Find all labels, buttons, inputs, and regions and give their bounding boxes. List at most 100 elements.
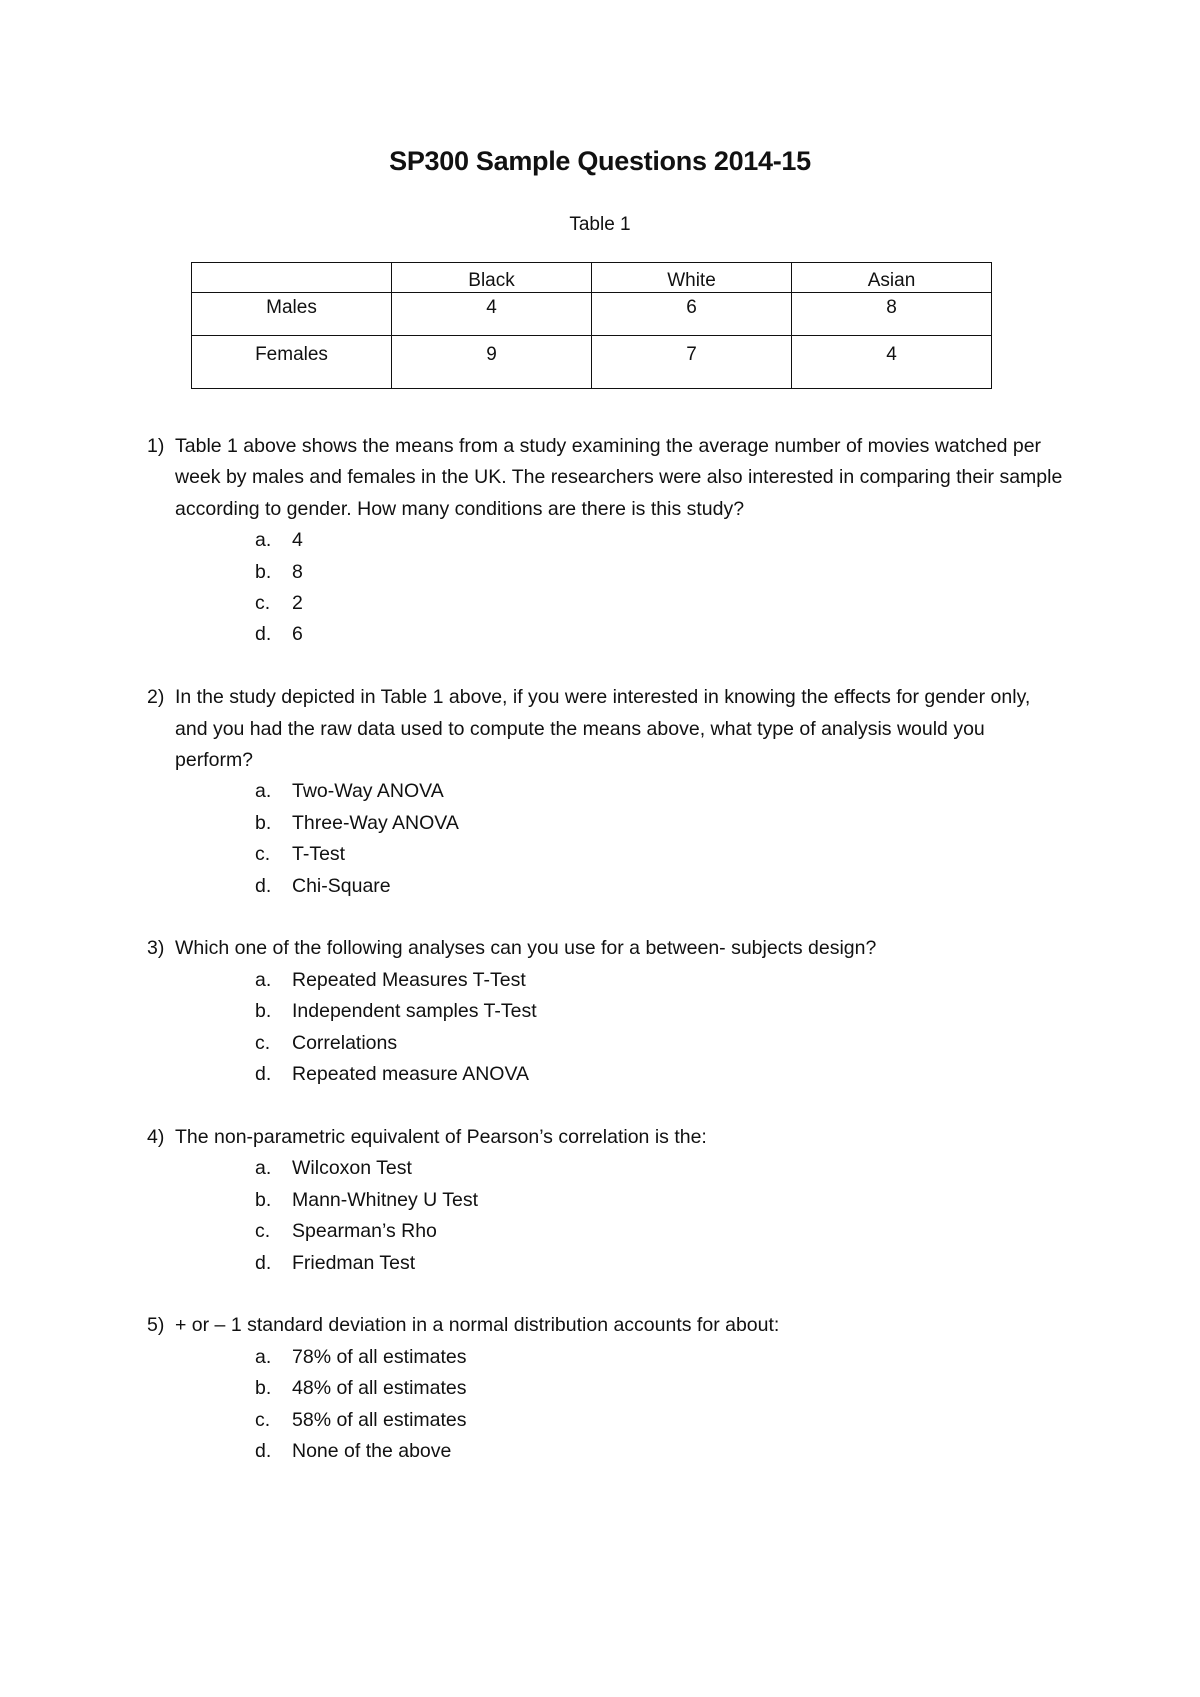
table-cell: 9	[391, 335, 592, 389]
answer-option: d. Chi-Square	[255, 871, 1067, 902]
answer-options: a. 78% of all estimates b. 48% of all esti…	[147, 1342, 1067, 1468]
option-text: 8	[292, 560, 303, 583]
option-label: d.	[255, 623, 272, 646]
answer-options: a. Repeated Measures T-Test b. Independent…	[147, 965, 1067, 1091]
table-header-cell: White	[591, 262, 792, 293]
table-row: Females 9 7 4	[191, 335, 992, 389]
option-label: b.	[255, 1377, 272, 1400]
table-cell: 7	[591, 335, 792, 389]
option-label: a.	[255, 529, 272, 552]
question-text: Which one of the following analyses can …	[175, 937, 877, 960]
answer-option: b. 48% of all estimates	[255, 1373, 1067, 1404]
option-text: 4	[292, 529, 303, 552]
option-label: c.	[255, 1031, 271, 1054]
option-label: c.	[255, 1220, 271, 1243]
option-label: a.	[255, 1157, 272, 1180]
option-text: 58% of all estimates	[292, 1408, 467, 1431]
option-text: Mann-Whitney U Test	[292, 1188, 479, 1211]
option-label: c.	[255, 592, 271, 615]
option-text: Independent samples T-Test	[292, 1000, 537, 1023]
question-1: 1) Table 1 above shows the means from a …	[147, 431, 1067, 651]
question-number: 4)	[147, 1125, 165, 1148]
answer-option: b. 8	[255, 557, 1067, 588]
option-label: a.	[255, 780, 272, 803]
option-text: 48% of all estimates	[292, 1377, 467, 1400]
table-header-cell: Asian	[791, 262, 992, 293]
question-number: 1)	[147, 435, 165, 457]
option-text: Two-Way ANOVA	[292, 780, 444, 803]
answer-option: a. 4	[255, 525, 1067, 556]
option-label: b.	[255, 1000, 272, 1023]
table-row: Males 4 6 8	[191, 292, 992, 336]
answer-option: b. Three-Way ANOVA	[255, 808, 1067, 839]
table-cell: 8	[791, 292, 992, 336]
question-2: 2) In the study depicted in Table 1 abov…	[147, 682, 1067, 902]
answer-option: a. Two-Way ANOVA	[255, 776, 1067, 807]
option-label: b.	[255, 811, 272, 834]
table-header-cell	[191, 262, 392, 293]
answer-option: d. None of the above	[255, 1436, 1067, 1467]
means-table: Black White Asian Males 4 6 8 Females 9 …	[191, 262, 992, 389]
question-number: 2)	[147, 686, 165, 709]
answer-option: a. Repeated Measures T-Test	[255, 965, 1067, 996]
option-text: Spearman’s Rho	[292, 1220, 437, 1243]
answer-option: a. 78% of all estimates	[255, 1342, 1067, 1373]
option-text: 78% of all estimates	[292, 1345, 467, 1368]
option-text: 2	[292, 592, 303, 615]
table-cell: 4	[391, 292, 592, 336]
answer-option: d. Friedman Test	[255, 1248, 1067, 1279]
option-text: 6	[292, 623, 303, 646]
question-number: 3)	[147, 937, 165, 960]
answer-option: d. 6	[255, 619, 1067, 650]
option-label: c.	[255, 843, 271, 866]
answer-option: c. Spearman’s Rho	[255, 1216, 1067, 1247]
answer-option: a. Wilcoxon Test	[255, 1153, 1067, 1184]
answer-option: c. Correlations	[255, 1028, 1067, 1059]
table-header-row: Black White Asian	[191, 262, 992, 293]
question-text: In the study depicted in Table 1 above, …	[175, 686, 1031, 772]
table-cell: 4	[791, 335, 992, 389]
question-number: 5)	[147, 1314, 165, 1337]
option-text: None of the above	[292, 1439, 452, 1462]
option-text: Chi-Square	[292, 874, 391, 897]
answer-option: c. 2	[255, 588, 1067, 619]
table-cell: 6	[591, 292, 792, 336]
option-text: Wilcoxon Test	[292, 1157, 412, 1180]
row-label: Females	[191, 335, 392, 389]
option-text: Friedman Test	[292, 1251, 416, 1274]
option-label: a.	[255, 1345, 272, 1368]
option-label: d.	[255, 874, 272, 897]
option-label: b.	[255, 560, 272, 583]
answer-options: a. Two-Way ANOVA b. Three-Way ANOVA c. T-Te…	[147, 776, 1067, 902]
answer-option: c. T-Test	[255, 839, 1067, 870]
answer-option: b. Mann-Whitney U Test	[255, 1185, 1067, 1216]
question-text: The non-parametric equivalent of Pearson…	[175, 1125, 707, 1148]
question-text: + or – 1 standard deviation in a normal …	[175, 1314, 780, 1337]
answer-option: b. Independent samples T-Test	[255, 996, 1067, 1027]
document-page: SP300 Sample Questions 2014-15 Table 1 B…	[0, 0, 1200, 1697]
option-label: d.	[255, 1063, 272, 1086]
table-header-cell: Black	[391, 262, 592, 293]
option-text: Repeated measure ANOVA	[292, 1063, 530, 1086]
option-text: Three-Way ANOVA	[292, 811, 459, 834]
question-text: Table 1 above shows the means from a stu…	[175, 435, 1063, 520]
option-text: T-Test	[292, 843, 346, 866]
answer-options: a. Wilcoxon Test b. Mann-Whitney U Test c.…	[147, 1153, 1067, 1279]
question-4: 4) The non-parametric equivalent of Pear…	[147, 1122, 1067, 1279]
option-label: c.	[255, 1408, 271, 1431]
row-label: Males	[191, 292, 392, 336]
option-label: d.	[255, 1251, 272, 1274]
question-5: 5) + or – 1 standard deviation in a norm…	[147, 1310, 1067, 1467]
answer-option: c. 58% of all estimates	[255, 1405, 1067, 1436]
answer-options: a. 4 b. 8 c. 2 d. 6	[147, 525, 1067, 651]
option-label: d.	[255, 1439, 272, 1462]
option-text: Repeated Measures T-Test	[292, 968, 526, 991]
option-text: Correlations	[292, 1031, 398, 1054]
answer-option: d. Repeated measure ANOVA	[255, 1059, 1067, 1090]
page-title: SP300 Sample Questions 2014-15	[389, 146, 811, 176]
option-label: a.	[255, 968, 272, 991]
question-3: 3) Which one of the following analyses c…	[147, 933, 1067, 1090]
table-caption: Table 1	[569, 214, 631, 235]
question-list: 1) Table 1 above shows the means from a …	[147, 431, 1067, 1499]
option-label: b.	[255, 1188, 272, 1211]
